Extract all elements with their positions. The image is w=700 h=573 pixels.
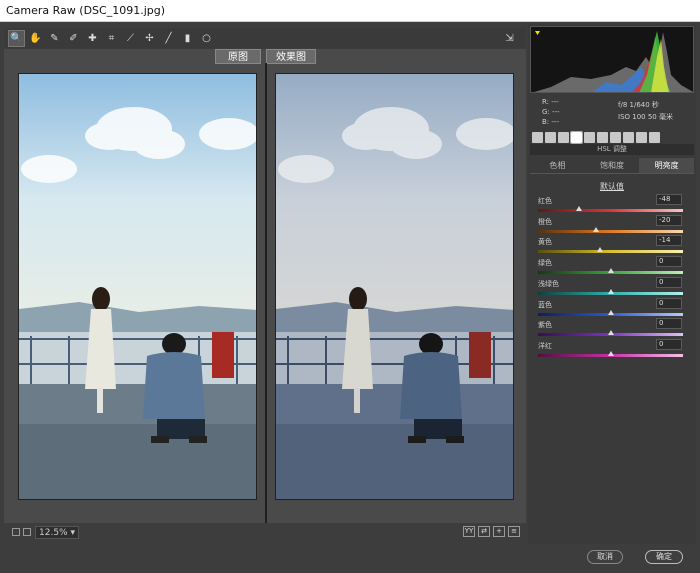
b-readout: B: ---	[542, 118, 559, 126]
basic-panel-icon[interactable]	[532, 131, 543, 143]
preview-area: 原图 效果图	[4, 49, 526, 523]
slider-thumb[interactable]	[607, 288, 614, 294]
graduated-filter-tool-icon[interactable]: ▮	[179, 30, 196, 47]
tab-2[interactable]: 明亮度	[639, 158, 695, 173]
r-readout: R: ---	[542, 98, 559, 106]
default-link[interactable]: 默认值	[530, 181, 694, 192]
effects-icon[interactable]	[610, 131, 621, 143]
tone-curve-icon[interactable]	[545, 131, 556, 143]
open-full-screen-icon[interactable]: ⇲	[501, 30, 518, 47]
slider-label: 红色	[538, 197, 552, 205]
preview-divider	[265, 63, 267, 523]
slider-label: 紫色	[538, 321, 552, 330]
presets-icon[interactable]	[636, 131, 647, 143]
panel-tab-icons	[530, 130, 694, 144]
straighten-tool-icon[interactable]: ⟋	[122, 30, 139, 47]
slider-value-input[interactable]: -48	[656, 194, 682, 205]
iso-info: ISO 100 50 毫米	[618, 113, 673, 121]
chevron-down-icon: ▾	[70, 527, 75, 538]
filmstrip-icon[interactable]	[23, 528, 31, 536]
before-photo-image	[19, 74, 256, 499]
slider-label: 洋红	[538, 341, 552, 350]
after-photo	[275, 73, 514, 500]
slider-label: 蓝色	[538, 300, 552, 309]
hsl-icon[interactable]	[570, 130, 583, 144]
ok-button[interactable]: 确定	[645, 550, 683, 564]
slider-value-input[interactable]: -20	[656, 214, 682, 226]
camera-calibration-icon[interactable]	[623, 131, 634, 143]
select-all-checkbox-icon[interactable]	[12, 528, 20, 536]
snapshots-icon[interactable]	[649, 131, 660, 143]
view-buttons: YY ⇄ + ≡	[460, 526, 520, 537]
status-bar: 12.5% ▾ YY ⇄ + ≡	[4, 523, 526, 541]
before-photo	[18, 73, 257, 500]
slider-track[interactable]	[538, 209, 683, 212]
slider-label: 浅绿色	[538, 279, 559, 288]
hsl-tabs: 色相 饱和度 明亮度	[530, 158, 695, 174]
slider-row: 黄色 -14	[538, 235, 688, 257]
slider-value-input[interactable]: -14	[656, 235, 682, 247]
after-photo-image	[276, 74, 513, 499]
slider-value-input[interactable]: 0	[656, 318, 682, 330]
slider-value-input[interactable]: 0	[656, 276, 682, 288]
detail-icon[interactable]	[558, 131, 569, 143]
cancel-button[interactable]: 取消	[587, 550, 623, 564]
before-after-view-icon[interactable]: YY	[463, 526, 475, 537]
slider-value-input[interactable]: 0	[656, 297, 682, 309]
slider-value-input[interactable]: 0	[656, 338, 682, 350]
slider-row: 红色 -48	[538, 194, 688, 216]
lens-corrections-icon[interactable]	[597, 131, 608, 143]
swap-view-icon[interactable]: ⇄	[478, 526, 490, 537]
slider-thumb[interactable]	[607, 268, 614, 274]
copy-settings-icon[interactable]: +	[493, 526, 505, 537]
slider-row: 洋红 0	[538, 338, 688, 361]
targeted-adjustment-tool-icon[interactable]: ✚	[84, 30, 101, 47]
zoom-level-select[interactable]: 12.5% ▾	[35, 525, 79, 539]
hand-tool-icon[interactable]: ✋	[27, 30, 44, 47]
histogram-chart	[534, 31, 693, 92]
toggle-settings-icon[interactable]: ≡	[508, 526, 520, 537]
window-title: Camera Raw (DSC_1091.jpg)	[0, 0, 700, 22]
spot-removal-tool-icon[interactable]: ✢	[141, 30, 158, 47]
tab-0[interactable]: 色相	[530, 158, 585, 173]
slider-thumb[interactable]	[575, 206, 582, 211]
panel-header: HSL 调整	[530, 144, 694, 155]
slider-thumb[interactable]	[593, 226, 599, 232]
slider-row: 浅绿色 0	[538, 276, 688, 299]
slider-track[interactable]	[538, 250, 683, 254]
slider-value-input[interactable]: 0	[656, 256, 682, 268]
exposure-info: f/8 1/640 秒	[618, 101, 659, 109]
g-readout: G: ---	[542, 108, 560, 116]
zoom-value: 12.5%	[39, 527, 68, 538]
slider-label: 绿色	[538, 259, 552, 268]
zoom-tool-icon[interactable]: 🔍	[8, 29, 25, 47]
slider-row: 紫色 0	[538, 318, 688, 340]
slider-thumb[interactable]	[607, 309, 614, 315]
color-sampler-tool-icon[interactable]: ✐	[65, 30, 82, 47]
toolbar: 🔍 ✋ ✎ ✐ ✚ ⌗ ⟋ ✢ ╱ ▮ ○ ⇲	[4, 28, 526, 48]
camera-info: R: --- G: --- B: --- f/8 1/640 秒 ISO 100…	[530, 96, 694, 130]
slider-thumb[interactable]	[607, 350, 614, 356]
slider-row: 橙色 -20	[538, 214, 688, 237]
slider-row: 绿色 0	[538, 256, 688, 278]
white-balance-tool-icon[interactable]: ✎	[46, 30, 63, 47]
adjustments-panel: R: --- G: --- B: --- f/8 1/640 秒 ISO 100…	[528, 24, 696, 544]
slider-row: 蓝色 0	[538, 297, 688, 320]
slider-thumb[interactable]	[597, 247, 604, 253]
slider-label: 橙色	[538, 217, 552, 226]
after-label: 效果图	[266, 49, 316, 64]
split-toning-icon[interactable]	[584, 131, 595, 143]
radial-filter-tool-icon[interactable]: ○	[198, 30, 215, 47]
slider-thumb[interactable]	[607, 330, 614, 336]
crop-tool-icon[interactable]: ⌗	[103, 30, 120, 47]
slider-label: 黄色	[538, 238, 552, 247]
histogram	[530, 26, 694, 93]
before-label: 原图	[215, 49, 261, 64]
tab-1[interactable]: 饱和度	[585, 158, 640, 173]
adjustment-brush-tool-icon[interactable]: ╱	[160, 30, 177, 47]
slider-track[interactable]	[538, 229, 683, 233]
